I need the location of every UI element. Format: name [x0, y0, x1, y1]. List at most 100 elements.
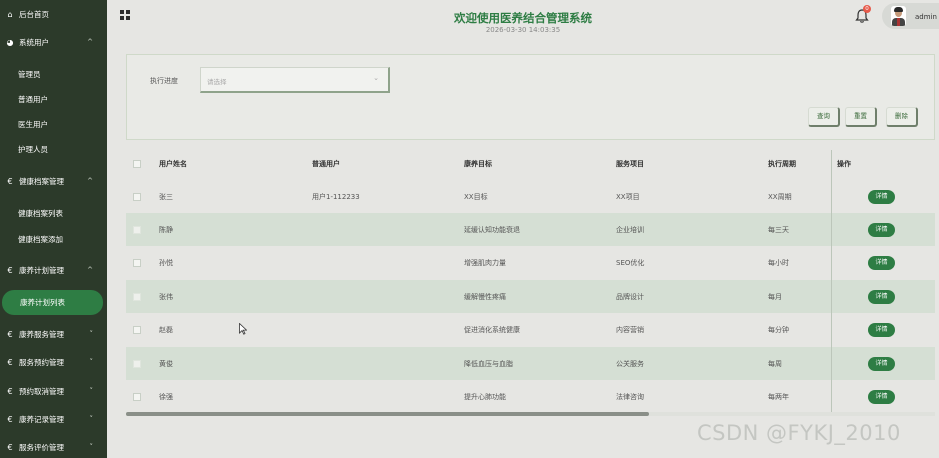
sidebar-item-doctor-users[interactable]: 医生用户	[0, 113, 107, 135]
sidebar-item-label: 健康档案添加	[18, 234, 63, 244]
reset-button[interactable]: 重置	[845, 107, 877, 127]
detail-button[interactable]: 详情	[868, 255, 895, 270]
cell-service: 企业培训	[616, 225, 644, 234]
sidebar-item-reviews[interactable]: € 服务评价管理 ˅	[0, 436, 107, 458]
row-checkbox[interactable]	[133, 392, 141, 401]
sidebar-item-health-record-list[interactable]: 健康档案列表	[0, 202, 107, 224]
row-checkbox[interactable]	[133, 359, 141, 368]
progress-select[interactable]: 请选择 ⌄	[200, 67, 390, 93]
cell-goal: 降低血压与血脂	[464, 359, 513, 368]
sidebar: ⌂ 后台首页 ◕ 系统用户 ^ 管理员 普通用户 医生用户 护理人员 € 健康档…	[0, 0, 107, 458]
cell-service: 公关服务	[616, 359, 644, 368]
chevron-down-icon: ˅	[89, 443, 94, 451]
detail-button[interactable]: 详情	[868, 289, 895, 304]
sidebar-item-care-plan[interactable]: € 康养计划管理 ^	[0, 259, 107, 281]
cell-cycle: XX周期	[768, 192, 792, 201]
sidebar-item-health-record-add[interactable]: 健康档案添加	[0, 228, 107, 250]
row-checkbox[interactable]	[133, 225, 141, 234]
table-row: 张三 用户1-112233 XX目标 XX项目 XX周期 详情	[126, 180, 935, 213]
table-row: 徐强 提升心肺功能 法律咨询 每两年 详情	[126, 380, 935, 413]
sidebar-item-home[interactable]: ⌂ 后台首页	[0, 3, 107, 25]
cell-name: 赵磊	[159, 325, 173, 334]
cell-service: SEO优化	[616, 258, 645, 267]
sidebar-item-health-records[interactable]: € 健康档案管理 ^	[0, 170, 107, 192]
column-header: 用户姓名	[159, 160, 187, 168]
scrollbar-thumb[interactable]	[126, 412, 649, 416]
sidebar-item-label: 健康档案管理	[19, 176, 64, 186]
sidebar-item-system-users[interactable]: ◕ 系统用户 ^	[0, 31, 107, 53]
column-header: 操作	[837, 160, 851, 168]
notification-badge: 0	[863, 5, 871, 13]
watermark: CSDN @FYKJ_2010	[697, 421, 901, 445]
chevron-down-icon: ˅	[89, 387, 94, 395]
delete-button[interactable]: 删除	[886, 107, 918, 127]
user-menu[interactable]: admin	[882, 3, 939, 29]
cell-service: XX项目	[616, 192, 640, 201]
cell-cycle: 每两年	[768, 392, 789, 401]
sidebar-item-label: 服务预约管理	[19, 357, 64, 367]
row-checkbox[interactable]	[133, 325, 141, 334]
row-checkbox[interactable]	[133, 192, 141, 201]
top-bar: 欢迎使用医养结合管理系统 2026-03-30 14:03:35 0 admin	[107, 0, 939, 44]
table-row: 赵磊 促进消化系统健康 内容营销 每分钟 详情	[126, 313, 935, 346]
table-row: 陈静 延缓认知功能衰退 企业培训 每三天 详情	[126, 213, 935, 246]
progress-select-placeholder: 请选择	[207, 78, 227, 86]
detail-button[interactable]: 详情	[868, 389, 895, 404]
sidebar-item-label: 管理员	[18, 69, 41, 79]
detail-button[interactable]: 详情	[868, 189, 895, 204]
cell-goal: 促进消化系统健康	[464, 325, 520, 334]
cell-service: 品牌设计	[616, 292, 644, 301]
search-panel: 执行进度 请选择 ⌄ 查询 重置 删除	[126, 54, 935, 140]
sidebar-item-label: 预约取消管理	[19, 386, 64, 396]
cell-goal: 提升心肺功能	[464, 392, 506, 401]
sidebar-item-normal-users[interactable]: 普通用户	[0, 88, 107, 110]
chevron-up-icon: ^	[87, 38, 93, 46]
mouse-cursor-icon	[239, 322, 248, 338]
avatar	[891, 6, 906, 26]
chevron-up-icon: ^	[87, 266, 93, 274]
cell-service: 法律咨询	[616, 392, 644, 401]
detail-button[interactable]: 详情	[868, 356, 895, 371]
sidebar-item-care-plan-list[interactable]: 康养计划列表	[2, 290, 103, 315]
notification-bell-icon[interactable]: 0	[854, 5, 871, 24]
cell-goal: 延缓认知功能衰退	[464, 225, 520, 234]
query-button[interactable]: 查询	[808, 107, 840, 127]
horizontal-scrollbar[interactable]	[126, 412, 935, 416]
sidebar-item-label: 护理人员	[18, 144, 48, 154]
cell-name: 黄俊	[159, 359, 173, 368]
euro-icon: €	[7, 176, 13, 186]
sidebar-item-admin[interactable]: 管理员	[0, 63, 107, 85]
fixed-column-divider	[831, 150, 832, 414]
euro-icon: €	[7, 386, 13, 396]
chevron-down-icon: ˅	[89, 358, 94, 366]
cell-goal: 增强肌肉力量	[464, 258, 506, 267]
cell-cycle: 每小时	[768, 258, 789, 267]
current-datetime: 2026-03-30 14:03:35	[485, 26, 561, 34]
column-header: 服务项目	[616, 160, 644, 168]
sidebar-item-appointments[interactable]: € 服务预约管理 ˅	[0, 351, 107, 373]
column-header: 执行周期	[768, 160, 796, 168]
cell-cycle: 每月	[768, 292, 782, 301]
sidebar-item-cancellations[interactable]: € 预约取消管理 ˅	[0, 380, 107, 402]
sidebar-item-nurses[interactable]: 护理人员	[0, 138, 107, 160]
row-checkbox[interactable]	[133, 258, 141, 267]
cell-goal: 缓解慢性疼痛	[464, 292, 506, 301]
sidebar-item-label: 康养记录管理	[19, 414, 64, 424]
sidebar-item-label: 后台首页	[19, 9, 49, 19]
select-all-checkbox[interactable]	[133, 160, 141, 168]
column-header: 康养目标	[464, 160, 492, 168]
row-checkbox[interactable]	[133, 292, 141, 301]
detail-button[interactable]: 详情	[868, 322, 895, 337]
detail-button[interactable]: 详情	[868, 222, 895, 237]
column-header: 普通用户	[312, 160, 340, 168]
sidebar-item-label: 康养计划管理	[19, 265, 64, 275]
table-row: 黄俊 降低血压与血脂 公关服务 每周 详情	[126, 347, 935, 380]
euro-icon: €	[7, 357, 13, 367]
chevron-down-icon: ˅	[89, 330, 94, 338]
euro-icon: €	[7, 414, 13, 424]
sidebar-item-care-records[interactable]: € 康养记录管理 ˅	[0, 408, 107, 430]
cell-cycle: 每分钟	[768, 325, 789, 334]
euro-icon: €	[7, 442, 13, 452]
sidebar-item-care-service[interactable]: € 康养服务管理 ˅	[0, 323, 107, 345]
user-system-icon: ◕	[6, 37, 14, 47]
